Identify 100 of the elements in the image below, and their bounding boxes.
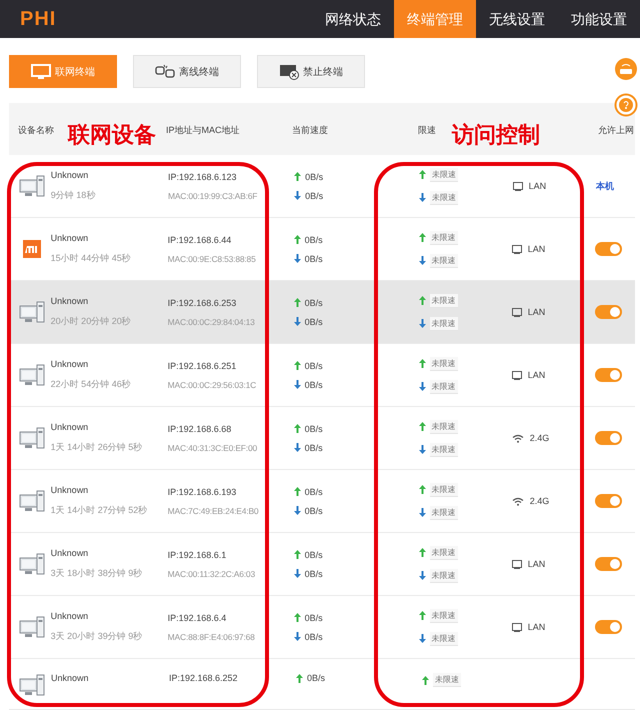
computer-icon: [18, 489, 45, 513]
upload-speed: 0B/s: [304, 234, 323, 244]
column-header: 限速: [418, 125, 436, 135]
mac-address: MAC:00:9E:C8:53:88:85: [168, 254, 257, 264]
computer-icon: [18, 174, 45, 198]
download-speed: 0B/s: [304, 568, 323, 578]
down-arrow-icon: [294, 380, 301, 389]
online-time: 15小时 44分钟 45秒: [50, 252, 132, 265]
device-name: Unknown: [50, 611, 90, 621]
down-arrow-icon: [418, 445, 426, 454]
upload-limit[interactable]: 未限速: [430, 356, 458, 370]
mac-address: MAC:00:11:32:2C:A6:03: [168, 568, 256, 578]
up-arrow-icon: [418, 485, 426, 494]
upload-limit[interactable]: 未限速: [430, 420, 458, 434]
download-limit[interactable]: 未限速: [430, 190, 458, 204]
online-time: 1天 14小时 26分钟 5秒: [50, 441, 144, 454]
down-arrow-icon: [418, 319, 426, 328]
sub-tab[interactable]: 禁止终端: [257, 55, 365, 88]
internet-toggle[interactable]: [595, 242, 622, 256]
up-arrow-icon: [418, 233, 426, 242]
download-limit[interactable]: 未限速: [430, 568, 458, 582]
up-arrow-icon: [418, 359, 426, 368]
ip-address: IP:192.168.6.123: [168, 172, 238, 182]
down-arrow-icon: [294, 254, 301, 263]
mac-address: MAC:00:0C:29:56:03:1C: [168, 380, 258, 390]
internet-toggle[interactable]: [595, 305, 622, 319]
device-name: Unknown: [50, 485, 90, 495]
internet-toggle[interactable]: [595, 494, 622, 508]
upload-speed: 0B/s: [305, 172, 324, 182]
upload-speed: 0B/s: [304, 360, 323, 370]
wifi-icon: [512, 434, 524, 442]
download-limit[interactable]: 未限速: [430, 506, 458, 520]
up-arrow-icon: [294, 172, 302, 181]
blocked-monitor-icon: [279, 64, 299, 80]
device-name: Unknown: [51, 673, 90, 683]
upload-limit[interactable]: 未限速: [433, 673, 461, 687]
online-time: 22小时 54分钟 46秒: [50, 378, 132, 391]
up-arrow-icon: [294, 487, 301, 496]
upload-limit[interactable]: 未限速: [430, 608, 458, 622]
device-name: Unknown: [50, 359, 90, 369]
download-limit[interactable]: 未限速: [430, 316, 458, 330]
device-name: Unknown: [50, 422, 90, 432]
upload-limit[interactable]: 未限速: [430, 482, 458, 496]
ethernet-icon: [512, 622, 522, 632]
up-arrow-icon: [294, 550, 301, 559]
download-limit[interactable]: 未限速: [430, 442, 458, 456]
down-arrow-icon: [418, 571, 426, 580]
download-limit[interactable]: 未限速: [430, 254, 458, 268]
internet-toggle[interactable]: [595, 620, 622, 634]
nav-tab[interactable]: 网络状态: [312, 0, 394, 38]
upload-limit[interactable]: 未限速: [430, 546, 458, 560]
internet-toggle[interactable]: [595, 557, 622, 571]
up-arrow-icon: [294, 298, 301, 307]
internet-toggle[interactable]: [595, 368, 622, 382]
device-name: Unknown: [50, 233, 90, 243]
ethernet-icon: [512, 308, 522, 316]
column-header: IP地址与MAC地址: [166, 125, 240, 135]
logo[interactable]: PHI: [20, 8, 56, 30]
ip-address: IP:192.168.6.4: [168, 612, 228, 622]
mac-address: MAC:88:8F:E4:06:97:68: [168, 632, 256, 642]
online-time: 1天 14小时 27分钟 52秒: [50, 504, 148, 517]
nav-tab[interactable]: 无线设置: [476, 0, 558, 38]
ip-address: IP:192.168.6.252: [169, 673, 239, 683]
upload-speed: 0B/s: [304, 486, 323, 496]
nav-tab[interactable]: 终端管理: [394, 0, 476, 38]
upload-limit[interactable]: 未限速: [430, 230, 458, 244]
nav-tab[interactable]: 功能设置: [558, 0, 640, 38]
upload-limit[interactable]: 未限速: [430, 294, 458, 308]
down-arrow-icon: [418, 634, 426, 643]
ip-address: IP:192.168.6.68: [168, 424, 232, 434]
down-arrow-icon: [294, 506, 301, 515]
online-time: 3天 18小时 38分钟 9秒: [50, 567, 144, 580]
up-arrow-icon: [418, 296, 426, 305]
upload-speed: 0B/s: [304, 550, 323, 560]
up-arrow-icon: [294, 361, 301, 370]
down-arrow-icon: [294, 317, 301, 326]
mac-address: MAC:00:19:99:C3:AB:6F: [168, 190, 258, 200]
mac-address: MAC:7C:49:EB:24:E4:B0: [168, 506, 260, 516]
up-arrow-icon: [419, 170, 426, 179]
ip-address: IP:192.168.6.253: [168, 298, 238, 308]
computer-icon: [18, 363, 45, 387]
download-limit[interactable]: 未限速: [430, 380, 458, 394]
download-speed: 0B/s: [305, 190, 324, 200]
ethernet-icon: [512, 182, 523, 190]
device-name: Unknown: [50, 296, 90, 306]
upload-speed: 0B/s: [307, 673, 326, 683]
sub-tab[interactable]: 离线终端: [133, 55, 241, 88]
upload-limit[interactable]: 未限速: [430, 168, 458, 182]
up-arrow-icon: [418, 611, 426, 620]
download-speed: 0B/s: [304, 380, 323, 390]
connection-type: LAN: [528, 559, 546, 569]
logo-icon: [22, 240, 41, 258]
this-device-label: 本机: [596, 180, 614, 192]
up-arrow-icon: [294, 424, 301, 433]
internet-toggle[interactable]: [595, 431, 622, 445]
download-speed: 0B/s: [304, 254, 323, 264]
sub-tab[interactable]: 联网终端: [9, 55, 117, 88]
up-arrow-icon: [418, 548, 426, 557]
ip-address: IP:192.168.6.193: [168, 486, 238, 496]
download-limit[interactable]: 未限速: [430, 632, 458, 646]
